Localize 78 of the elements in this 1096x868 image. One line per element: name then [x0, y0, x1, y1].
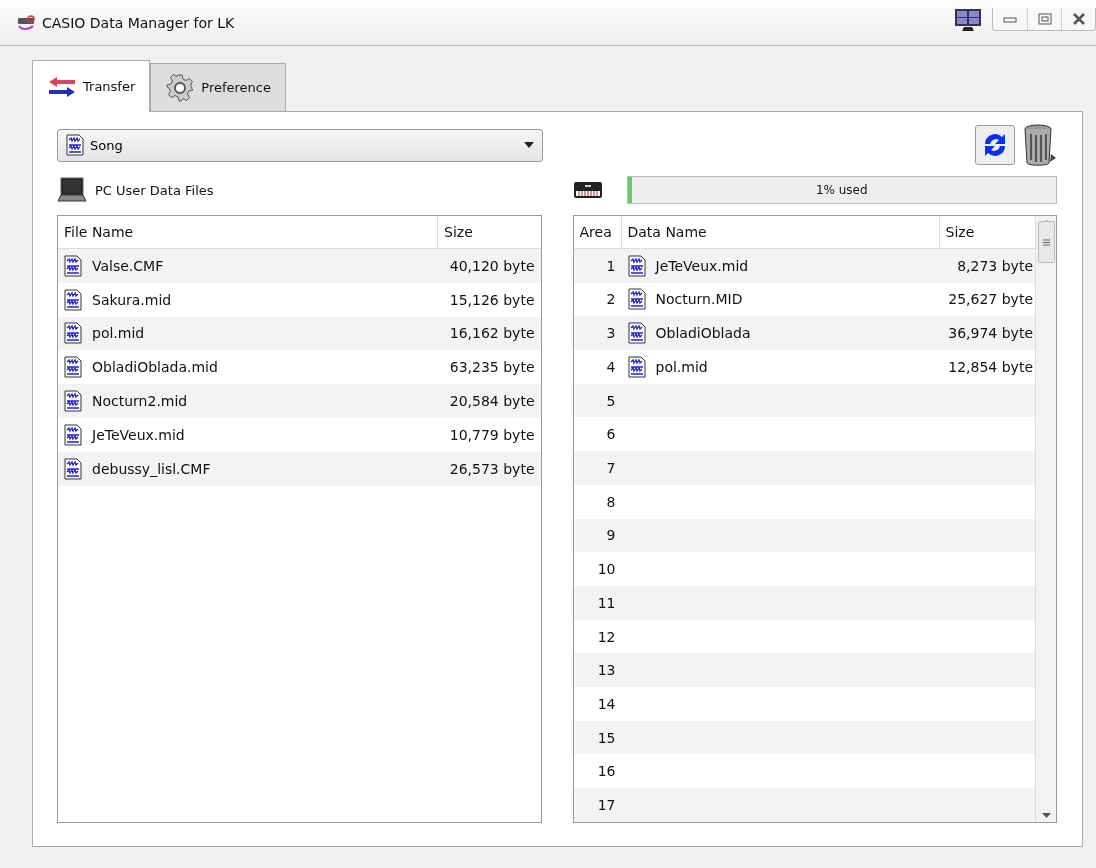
- data-name[interactable]: Nocturn.MID: [655, 291, 743, 308]
- close-icon: [1071, 13, 1086, 25]
- category-dropdown[interactable]: Song: [57, 128, 543, 162]
- area-number: 5: [605, 392, 617, 409]
- area-number: 16: [596, 763, 617, 780]
- area-number: 14: [596, 695, 617, 712]
- file-name[interactable]: ObladiOblada.mid: [92, 359, 218, 376]
- trash-icon[interactable]: [1023, 124, 1057, 166]
- area-number: 4: [605, 358, 617, 375]
- monitor-icon[interactable]: [954, 8, 982, 32]
- file-size: 26,573 byte: [448, 460, 536, 477]
- column-header[interactable]: Area: [573, 216, 622, 248]
- song-file-icon: [627, 322, 646, 345]
- song-file-icon: [64, 457, 82, 480]
- file-size: 40,120 byte: [448, 257, 536, 274]
- file-size: 10,779 byte: [448, 426, 536, 443]
- keyboard-icon: [572, 181, 603, 199]
- file-size: 15,126 byte: [448, 291, 536, 308]
- column-header[interactable]: Data Name: [621, 216, 940, 248]
- area-number: 17: [596, 797, 617, 813]
- file-name[interactable]: Sakura.mid: [92, 291, 172, 308]
- area-number: 12: [596, 628, 617, 645]
- tab[interactable]: Transfer: [32, 60, 151, 112]
- minimize-icon: [1003, 15, 1017, 23]
- data-name[interactable]: pol.mid: [655, 358, 708, 375]
- file-name[interactable]: Valse.CMF: [92, 257, 164, 274]
- area-number: 8: [605, 493, 617, 510]
- file-name[interactable]: pol.mid: [92, 325, 145, 342]
- song-file-icon: [64, 288, 82, 311]
- song-file-icon: [64, 423, 82, 446]
- area-number: 7: [605, 460, 617, 476]
- transfer-arrows-icon: [47, 74, 77, 99]
- window-title: CASIO Data Manager for LK: [42, 14, 235, 31]
- column-header[interactable]: Size: [939, 216, 1035, 248]
- song-file-icon: [627, 254, 646, 277]
- area-number: 9: [605, 527, 617, 544]
- song-file-icon: [64, 390, 82, 413]
- column-header[interactable]: Size: [438, 216, 541, 248]
- song-icon: [66, 134, 84, 156]
- song-file-icon: [627, 355, 646, 378]
- file-size: 20,584 byte: [448, 393, 536, 410]
- caret-icon: [524, 142, 534, 148]
- file-name[interactable]: debussy_lisl.CMF: [92, 460, 211, 477]
- tab[interactable]: Preference: [150, 63, 286, 111]
- data-size: 25,627 byte: [947, 291, 1034, 308]
- refresh-button[interactable]: [975, 125, 1015, 165]
- song-file-icon: [64, 254, 82, 277]
- song-file-icon: [64, 356, 82, 379]
- data-name[interactable]: JeTeVeux.mid: [655, 257, 749, 274]
- area-number: 10: [596, 561, 617, 578]
- area-number: 3: [605, 325, 617, 342]
- area-number: 11: [596, 594, 617, 611]
- data-name[interactable]: ObladiOblada: [655, 325, 751, 342]
- song-file-icon: [64, 322, 82, 345]
- pc-files-label: PC User Data Files: [95, 182, 214, 198]
- area-number: 2: [605, 291, 617, 308]
- data-size: 12,854 byte: [947, 358, 1034, 375]
- maximize-icon: [1037, 13, 1052, 25]
- area-number: 1: [605, 257, 617, 274]
- area-number: 6: [605, 426, 617, 443]
- area-number: 15: [596, 729, 617, 746]
- grip-icon: [1042, 238, 1050, 246]
- file-name[interactable]: Nocturn2.mid: [92, 393, 188, 410]
- scrollbar[interactable]: [1035, 216, 1056, 822]
- scrollbar-thumb[interactable]: [1037, 221, 1055, 263]
- gear-icon: [165, 72, 196, 103]
- laptop-icon: [57, 177, 87, 203]
- app-icon: [16, 14, 36, 31]
- song-file-icon: [627, 288, 646, 311]
- usage-label: 1% used: [815, 183, 868, 197]
- file-size: 63,235 byte: [448, 359, 536, 376]
- column-header[interactable]: File Name: [58, 216, 438, 248]
- file-name[interactable]: JeTeVeux.mid: [92, 426, 185, 443]
- scroll-down-icon[interactable]: [1041, 813, 1051, 818]
- data-size: 8,273 byte: [956, 257, 1034, 274]
- file-size: 16,162 byte: [448, 325, 536, 342]
- area-number: 13: [596, 662, 617, 679]
- data-size: 36,974 byte: [947, 325, 1034, 342]
